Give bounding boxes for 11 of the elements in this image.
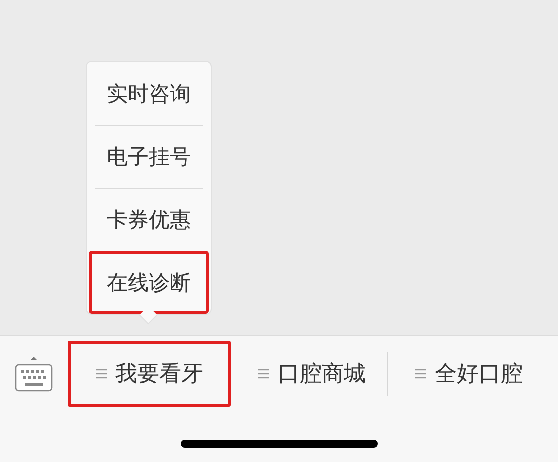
menu-icon bbox=[258, 369, 269, 379]
keyboard-icon[interactable] bbox=[15, 356, 53, 392]
menu-button[interactable]: 我要看牙 bbox=[68, 341, 231, 407]
menu-icon bbox=[96, 369, 106, 379]
submenu-item[interactable]: 卡券优惠 bbox=[95, 188, 203, 251]
submenu-item[interactable]: 实时咨询 bbox=[95, 62, 203, 125]
menu-button[interactable]: 全好口腔 bbox=[394, 341, 544, 407]
menu-icon bbox=[415, 369, 426, 379]
menu-button[interactable]: 口腔商城 bbox=[237, 341, 387, 407]
submenu-item[interactable]: 电子挂号 bbox=[95, 125, 203, 188]
submenu-item[interactable]: 在线诊断 bbox=[89, 251, 209, 314]
